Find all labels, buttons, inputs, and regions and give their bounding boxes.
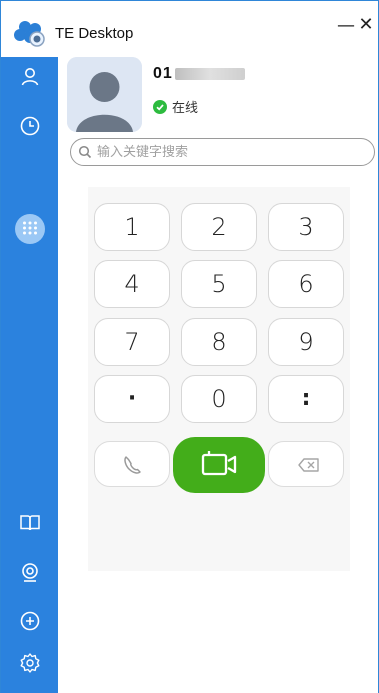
key-2[interactable]: 2 <box>181 203 257 251</box>
clock-icon[interactable] <box>18 114 42 138</box>
book-icon[interactable] <box>18 511 42 535</box>
key-3[interactable]: 3 <box>268 203 344 251</box>
video-camera-icon <box>201 451 237 476</box>
key-1[interactable]: 1 <box>94 203 170 251</box>
key-7[interactable]: 7 <box>94 318 170 366</box>
key-colon[interactable]: : <box>268 375 344 423</box>
search-box[interactable] <box>70 138 375 166</box>
dialpad: 1 2 3 4 5 6 7 8 9 · 0 : <box>88 187 350 571</box>
person-icon[interactable] <box>18 65 42 89</box>
video-call-button[interactable] <box>173 437 265 493</box>
search-input[interactable] <box>97 143 367 161</box>
user-number: 01 <box>153 65 245 83</box>
phone-icon <box>124 456 141 474</box>
online-check-icon <box>153 100 167 114</box>
plus-circle-icon[interactable] <box>18 609 42 633</box>
app-window: TE Desktop — ✕ 01 在线 输入关键字搜索 1 2 3 4 5 6… <box>0 0 379 693</box>
backspace-icon <box>298 458 319 472</box>
presence-status: 在线 <box>153 97 198 116</box>
title-bar: TE Desktop — ✕ <box>1 1 378 57</box>
sidebar <box>1 57 58 693</box>
key-dot[interactable]: · <box>94 375 170 423</box>
avatar-person-icon <box>67 57 142 132</box>
gear-icon[interactable] <box>18 651 42 675</box>
app-logo-icon <box>14 21 45 47</box>
audio-call-button[interactable] <box>94 441 170 487</box>
status-text: 在线 <box>172 101 199 116</box>
key-0[interactable]: 0 <box>181 375 257 423</box>
key-6[interactable]: 6 <box>268 260 344 308</box>
minimize-button[interactable]: — <box>337 17 355 35</box>
webcam-icon[interactable] <box>18 561 42 585</box>
key-8[interactable]: 8 <box>181 318 257 366</box>
masked-number <box>174 67 245 80</box>
close-button[interactable]: ✕ <box>357 16 375 34</box>
search-icon <box>78 145 92 159</box>
user-number-prefix: 01 <box>153 65 173 82</box>
backspace-button[interactable] <box>268 441 344 487</box>
key-5[interactable]: 5 <box>181 260 257 308</box>
window-title: TE Desktop <box>55 25 134 42</box>
key-9[interactable]: 9 <box>268 318 344 366</box>
avatar[interactable] <box>67 57 142 132</box>
dialpad-icon[interactable] <box>18 217 42 241</box>
main-content: 01 在线 1 2 3 4 5 6 7 8 9 · 0 : <box>58 57 378 693</box>
key-4[interactable]: 4 <box>94 260 170 308</box>
